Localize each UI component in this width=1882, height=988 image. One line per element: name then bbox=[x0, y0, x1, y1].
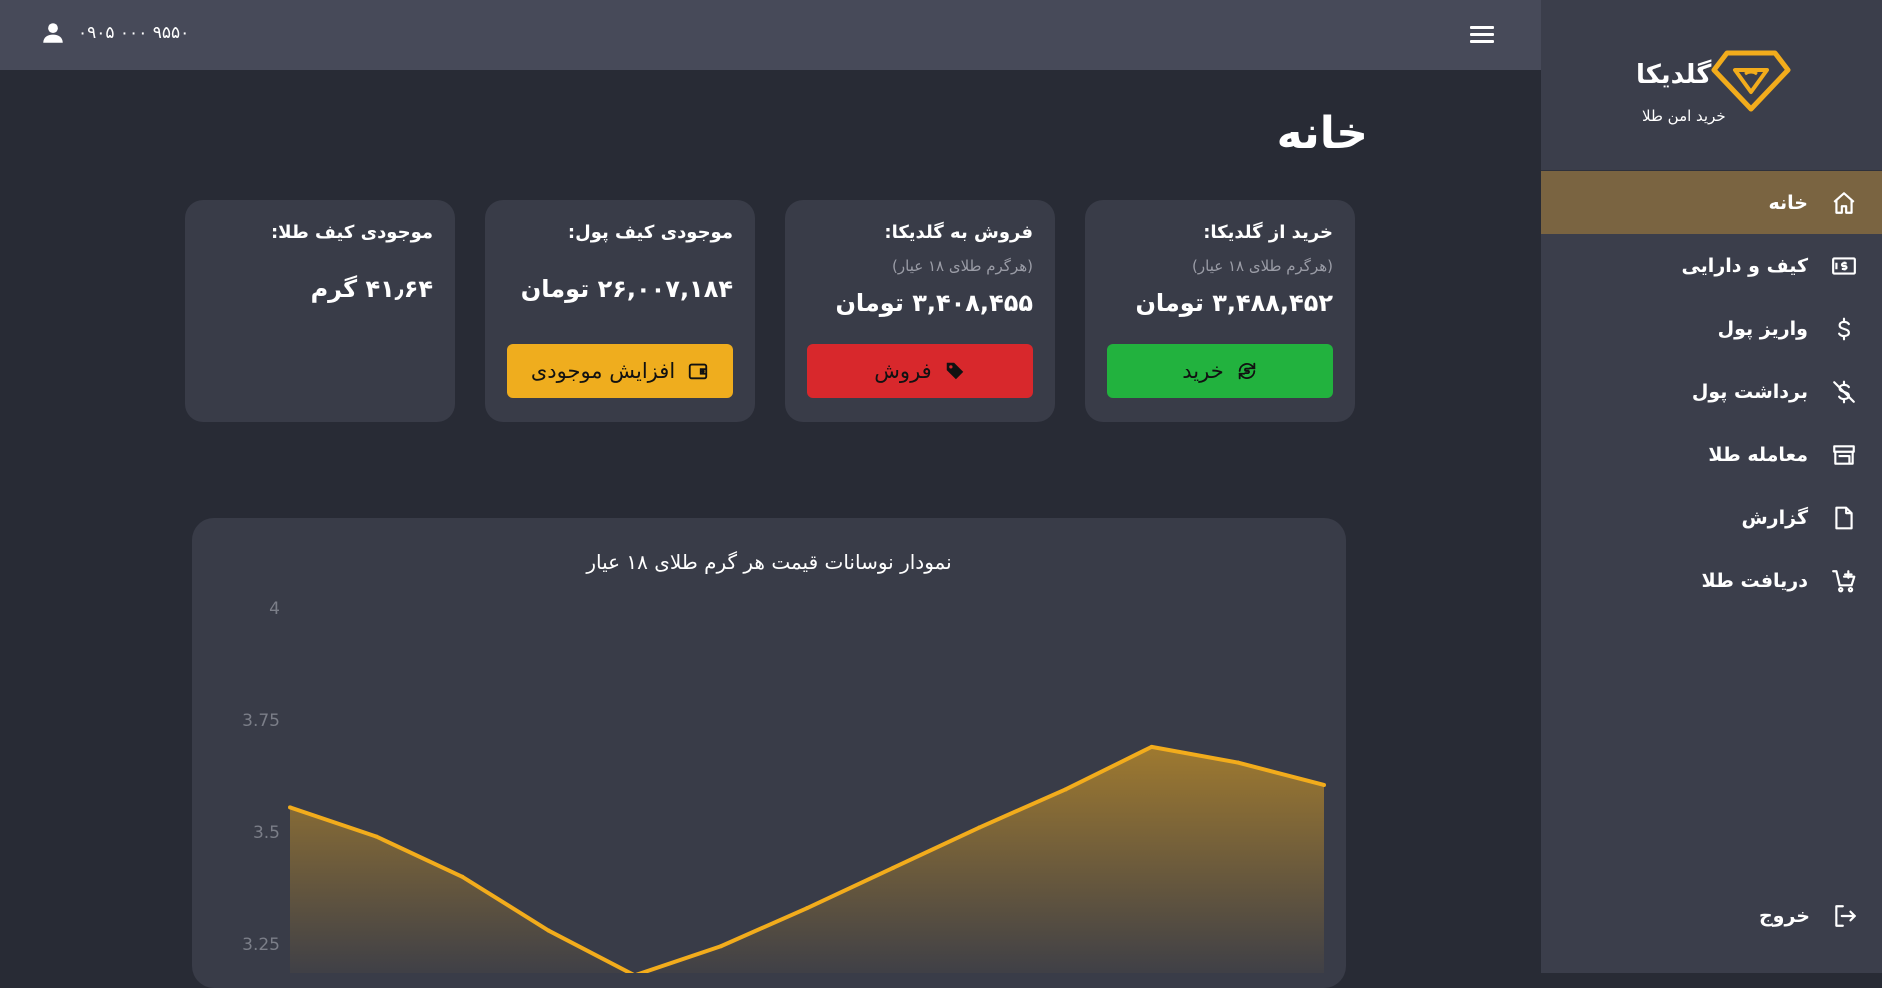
gold-balance-card: موجودی کیف طلا: ۴۱٫۶۴ گرم bbox=[185, 200, 455, 422]
logout-icon bbox=[1835, 905, 1856, 927]
sidebar-item-label: خانه bbox=[1768, 191, 1808, 214]
buy-card-title: خرید از گلدیکا: bbox=[1203, 222, 1333, 243]
wallet-icon bbox=[688, 363, 708, 380]
gold-card-title: موجودی کیف طلا: bbox=[270, 222, 433, 243]
wallet-cash-icon bbox=[1830, 252, 1858, 280]
price-point[interactable] bbox=[288, 805, 292, 810]
sidebar-item-withdraw[interactable]: برداشت پول bbox=[1541, 360, 1882, 423]
price-point[interactable] bbox=[374, 834, 379, 839]
wallet-card: موجودی کیف پول: ۲۶,۰۰۷,۱۸۴ تومان افزایش … bbox=[485, 200, 755, 422]
user-icon bbox=[43, 23, 63, 43]
sidebar-item-home[interactable]: خانه bbox=[1541, 171, 1882, 234]
user-account[interactable]: ۰۹۰۵ ۰۰۰ ۹۵۵۰ bbox=[40, 20, 189, 46]
sell-card-subtitle: (هرگرم طلای ۱۸ عیار) bbox=[892, 257, 1033, 275]
sidebar-item-label: کیف و دارایی bbox=[1681, 254, 1808, 277]
sell-price: ۳,۴۰۸,۴۵۵ تومان bbox=[835, 289, 1033, 317]
price-point[interactable] bbox=[1149, 744, 1154, 749]
sell-card-title: فروش به گلدیکا: bbox=[884, 222, 1033, 243]
price-point[interactable] bbox=[1235, 760, 1240, 765]
price-point[interactable] bbox=[977, 825, 982, 830]
gem-logo-icon bbox=[1711, 50, 1791, 112]
report-icon bbox=[1830, 504, 1858, 532]
sidebar-item-label: دریافت طلا bbox=[1701, 569, 1808, 592]
sidebar-item-label: برداشت پول bbox=[1691, 380, 1808, 403]
y-tick-label: 3.75 bbox=[242, 711, 280, 731]
cart-icon bbox=[1830, 567, 1858, 595]
exchange-icon bbox=[1238, 362, 1255, 380]
gold-balance: ۴۱٫۶۴ گرم bbox=[310, 275, 433, 303]
sidebar-item-label: گزارش bbox=[1741, 506, 1808, 529]
y-tick-label: 3.5 bbox=[253, 823, 280, 843]
y-tick-label: 4 bbox=[269, 599, 280, 619]
price-point[interactable] bbox=[891, 865, 896, 870]
menu-toggle-button[interactable] bbox=[1470, 22, 1500, 48]
logout-button[interactable]: خروج bbox=[1541, 886, 1882, 946]
sell-button[interactable]: فروش bbox=[807, 344, 1033, 398]
logout-label: خروج bbox=[1758, 905, 1810, 927]
price-point[interactable] bbox=[546, 928, 551, 933]
hamburger-icon bbox=[1470, 26, 1494, 29]
price-point[interactable] bbox=[1322, 782, 1326, 787]
price-point[interactable] bbox=[460, 874, 465, 879]
sidebar: گلدیکا خرید امن طلا خانه کیف و دارایی وا… bbox=[1541, 0, 1882, 973]
buy-button-label: خرید bbox=[1182, 359, 1224, 383]
sell-button-label: فروش bbox=[874, 359, 932, 383]
brand-logo[interactable]: گلدیکا خرید امن طلا bbox=[1541, 0, 1882, 171]
brand-tagline: خرید امن طلا bbox=[1642, 107, 1726, 125]
sidebar-item-wallet[interactable]: کیف و دارایی bbox=[1541, 234, 1882, 297]
sidebar-item-receive-gold[interactable]: دریافت طلا bbox=[1541, 549, 1882, 612]
sell-card: فروش به گلدیکا: (هرگرم طلای ۱۸ عیار) ۳,۴… bbox=[785, 200, 1055, 422]
wallet-balance: ۲۶,۰۰۷,۱۸۴ تومان bbox=[520, 275, 733, 303]
dollar-off-icon bbox=[1830, 378, 1858, 406]
sidebar-item-trade[interactable]: معامله طلا bbox=[1541, 423, 1882, 486]
price-point[interactable] bbox=[718, 944, 723, 949]
add-balance-button[interactable]: افزایش موجودی bbox=[507, 344, 733, 398]
price-point[interactable] bbox=[1063, 787, 1068, 792]
page-title: خانه bbox=[1276, 108, 1368, 159]
sidebar-item-label: واریز پول bbox=[1717, 317, 1808, 340]
wallet-card-title: موجودی کیف پول: bbox=[567, 222, 733, 243]
buy-price: ۳,۴۸۸,۴۵۲ تومان bbox=[1135, 289, 1333, 317]
sidebar-nav: خانه کیف و دارایی واریز پول برداشت پول م… bbox=[1541, 171, 1882, 612]
price-point[interactable] bbox=[805, 906, 809, 911]
buy-card: خرید از گلدیکا: (هرگرم طلای ۱۸ عیار) ۳,۴… bbox=[1085, 200, 1355, 422]
price-chart: 4 3.75 3.5 3.25 bbox=[242, 599, 1326, 973]
add-balance-label: افزایش موجودی bbox=[530, 359, 676, 383]
brand-name: گلدیکا bbox=[1636, 60, 1712, 90]
price-area bbox=[290, 746, 1324, 973]
top-bar: ۰۹۰۵ ۰۰۰ ۹۵۵۰ bbox=[0, 0, 1541, 70]
sidebar-item-deposit[interactable]: واریز پول bbox=[1541, 297, 1882, 360]
y-tick-label: 3.25 bbox=[242, 935, 280, 955]
price-chart-card: نمودار نوسانات قیمت هر گرم طلای ۱۸ عیار … bbox=[192, 518, 1346, 988]
sidebar-item-label: معامله طلا bbox=[1708, 443, 1808, 466]
tag-icon bbox=[946, 362, 963, 380]
buy-card-subtitle: (هرگرم طلای ۱۸ عیار) bbox=[1192, 257, 1333, 275]
buy-button[interactable]: خرید bbox=[1107, 344, 1333, 398]
user-phone: ۰۹۰۵ ۰۰۰ ۹۵۵۰ bbox=[78, 23, 190, 43]
sidebar-item-report[interactable]: گزارش bbox=[1541, 486, 1882, 549]
home-icon bbox=[1830, 189, 1858, 217]
store-icon bbox=[1830, 441, 1858, 469]
dollar-icon bbox=[1830, 315, 1858, 343]
